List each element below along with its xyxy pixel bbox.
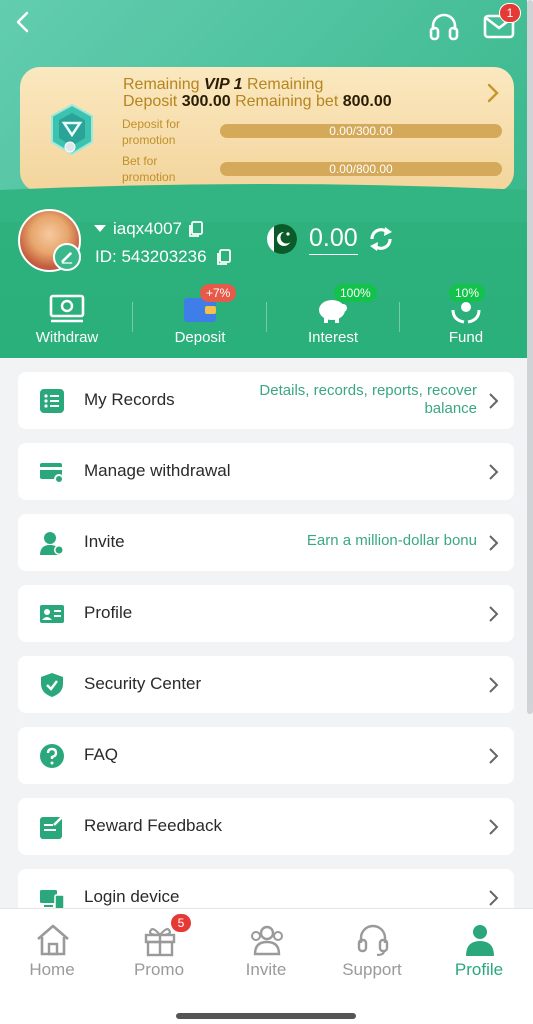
menu-security-center[interactable]: Security Center xyxy=(18,656,514,713)
chevron-right-icon[interactable] xyxy=(486,83,500,103)
chevron-right-icon xyxy=(489,535,499,551)
menu-hint: Details, records, reports, recover balan… xyxy=(259,382,477,417)
deposit-action[interactable]: Deposit xyxy=(145,290,255,350)
card-gear-icon xyxy=(40,463,64,484)
chevron-right-icon xyxy=(489,606,499,622)
interest-label: Interest xyxy=(307,329,359,346)
deposit-progress-text: 0.00/300.00 xyxy=(329,124,393,138)
users-icon xyxy=(251,925,283,956)
menu-label: FAQ xyxy=(84,745,119,764)
home-indicator xyxy=(176,1013,356,1019)
bet-promo-label: Bet for promotion xyxy=(122,153,175,185)
nav-home[interactable]: Home xyxy=(7,923,97,983)
menu-label: Reward Feedback xyxy=(84,816,222,835)
menu-label: Manage withdrawal xyxy=(84,461,231,480)
user-id: ID: 543203236 xyxy=(95,247,207,266)
menu-label: My Records xyxy=(84,390,175,409)
deposit-promo-line2: promotion xyxy=(122,133,176,147)
pakistan-flag-icon xyxy=(267,224,297,254)
pencil-icon[interactable] xyxy=(53,243,81,271)
menu-label: Profile xyxy=(84,603,133,622)
vip-remaining-label-2: Remaining xyxy=(246,76,324,93)
username: iaqx4007 xyxy=(113,219,183,238)
action-divider xyxy=(132,302,133,332)
list-icon xyxy=(40,389,64,413)
withdraw-label: Withdraw xyxy=(35,329,99,346)
deposit-label: Deposit xyxy=(174,329,226,346)
menu-my-records[interactable]: My Records Details, records, reports, re… xyxy=(18,372,514,429)
refresh-icon[interactable] xyxy=(367,224,395,254)
menu-label: Security Center xyxy=(84,674,202,693)
vip-deposit-label: Deposit xyxy=(123,93,178,110)
headset-icon[interactable] xyxy=(428,12,460,42)
nav-label: Support xyxy=(342,960,402,979)
home-icon xyxy=(37,924,69,956)
vip-bet-amount: 800.00 xyxy=(342,93,392,110)
balance-amount: 0.00 xyxy=(309,224,358,255)
username-row: iaqx4007 xyxy=(94,219,204,239)
chevron-right-icon xyxy=(489,890,499,906)
action-divider xyxy=(399,302,400,332)
vip-remaining-label: Remaining xyxy=(123,76,200,93)
copy-icon[interactable] xyxy=(216,249,232,265)
header-wave xyxy=(0,184,527,222)
shield-check-icon xyxy=(41,673,63,697)
deposit-progress-bar: 0.00/300.00 xyxy=(220,124,502,138)
menu-label: Invite xyxy=(84,532,125,551)
nav-label: Invite xyxy=(245,960,287,979)
menu-reward-feedback[interactable]: Reward Feedback xyxy=(18,798,514,855)
user-add-icon xyxy=(40,532,64,555)
question-icon xyxy=(40,744,64,768)
nav-label: Promo xyxy=(133,960,185,979)
fund-badge: 10% xyxy=(449,284,486,302)
menu-faq[interactable]: FAQ xyxy=(18,727,514,784)
person-icon xyxy=(466,925,494,956)
bet-progress-bar: 0.00/800.00 xyxy=(220,162,502,176)
scrollbar[interactable] xyxy=(527,0,533,714)
interest-badge: 100% xyxy=(334,284,377,302)
menu-profile[interactable]: Profile xyxy=(18,585,514,642)
chevron-right-icon xyxy=(489,677,499,693)
bet-promo-line1: Bet for xyxy=(122,154,158,168)
chevron-right-icon xyxy=(489,393,499,409)
chevron-right-icon xyxy=(489,819,499,835)
chevron-right-icon xyxy=(489,748,499,764)
chevron-right-icon xyxy=(489,464,499,480)
id-card-icon xyxy=(40,605,64,623)
menu-hint: Earn a million-dollar bonu xyxy=(306,532,477,549)
action-divider xyxy=(266,302,267,332)
bet-progress-text: 0.00/800.00 xyxy=(329,162,393,176)
fund-label: Fund xyxy=(448,329,484,346)
diamond-badge-icon xyxy=(51,103,93,156)
deposit-badge: +7% xyxy=(200,284,237,302)
cash-icon xyxy=(49,294,85,323)
caret-down-icon[interactable] xyxy=(94,225,106,233)
nav-promo[interactable]: Promo xyxy=(114,923,204,983)
copy-icon[interactable] xyxy=(188,221,204,237)
nav-label: Home xyxy=(29,960,75,979)
menu-label: Login device xyxy=(84,887,180,906)
vip-level: VIP 1 xyxy=(203,76,243,93)
promo-badge: 5 xyxy=(170,913,192,933)
menu-manage-withdrawal[interactable]: Manage withdrawal xyxy=(18,443,514,500)
deposit-promo-label: Deposit for promotion xyxy=(122,116,180,148)
mail-badge: 1 xyxy=(499,3,521,23)
withdraw-action[interactable]: Withdraw xyxy=(12,290,122,350)
vip-remaining-bet-label: Remaining bet xyxy=(235,93,339,110)
vip-deposit-amount: 300.00 xyxy=(181,93,231,110)
bottom-nav: Home Promo Invite Support Profile xyxy=(0,908,533,1024)
nav-support[interactable]: Support xyxy=(327,923,417,983)
edit-note-icon xyxy=(40,815,64,839)
nav-profile[interactable]: Profile xyxy=(434,923,524,983)
deposit-promo-line1: Deposit for xyxy=(122,117,181,131)
chevron-left-icon[interactable] xyxy=(10,8,36,36)
vip-amount-line: Deposit 300.00 Remaining bet 800.00 xyxy=(123,93,392,111)
user-id-row: ID: 543203236 xyxy=(95,247,232,267)
menu-invite[interactable]: Invite Earn a million-dollar bonu xyxy=(18,514,514,571)
headset-icon xyxy=(357,924,389,957)
vip-remaining-line: Remaining VIP 1 Remaining xyxy=(123,76,323,94)
nav-label: Profile xyxy=(454,960,504,979)
nav-invite[interactable]: Invite xyxy=(221,923,311,983)
